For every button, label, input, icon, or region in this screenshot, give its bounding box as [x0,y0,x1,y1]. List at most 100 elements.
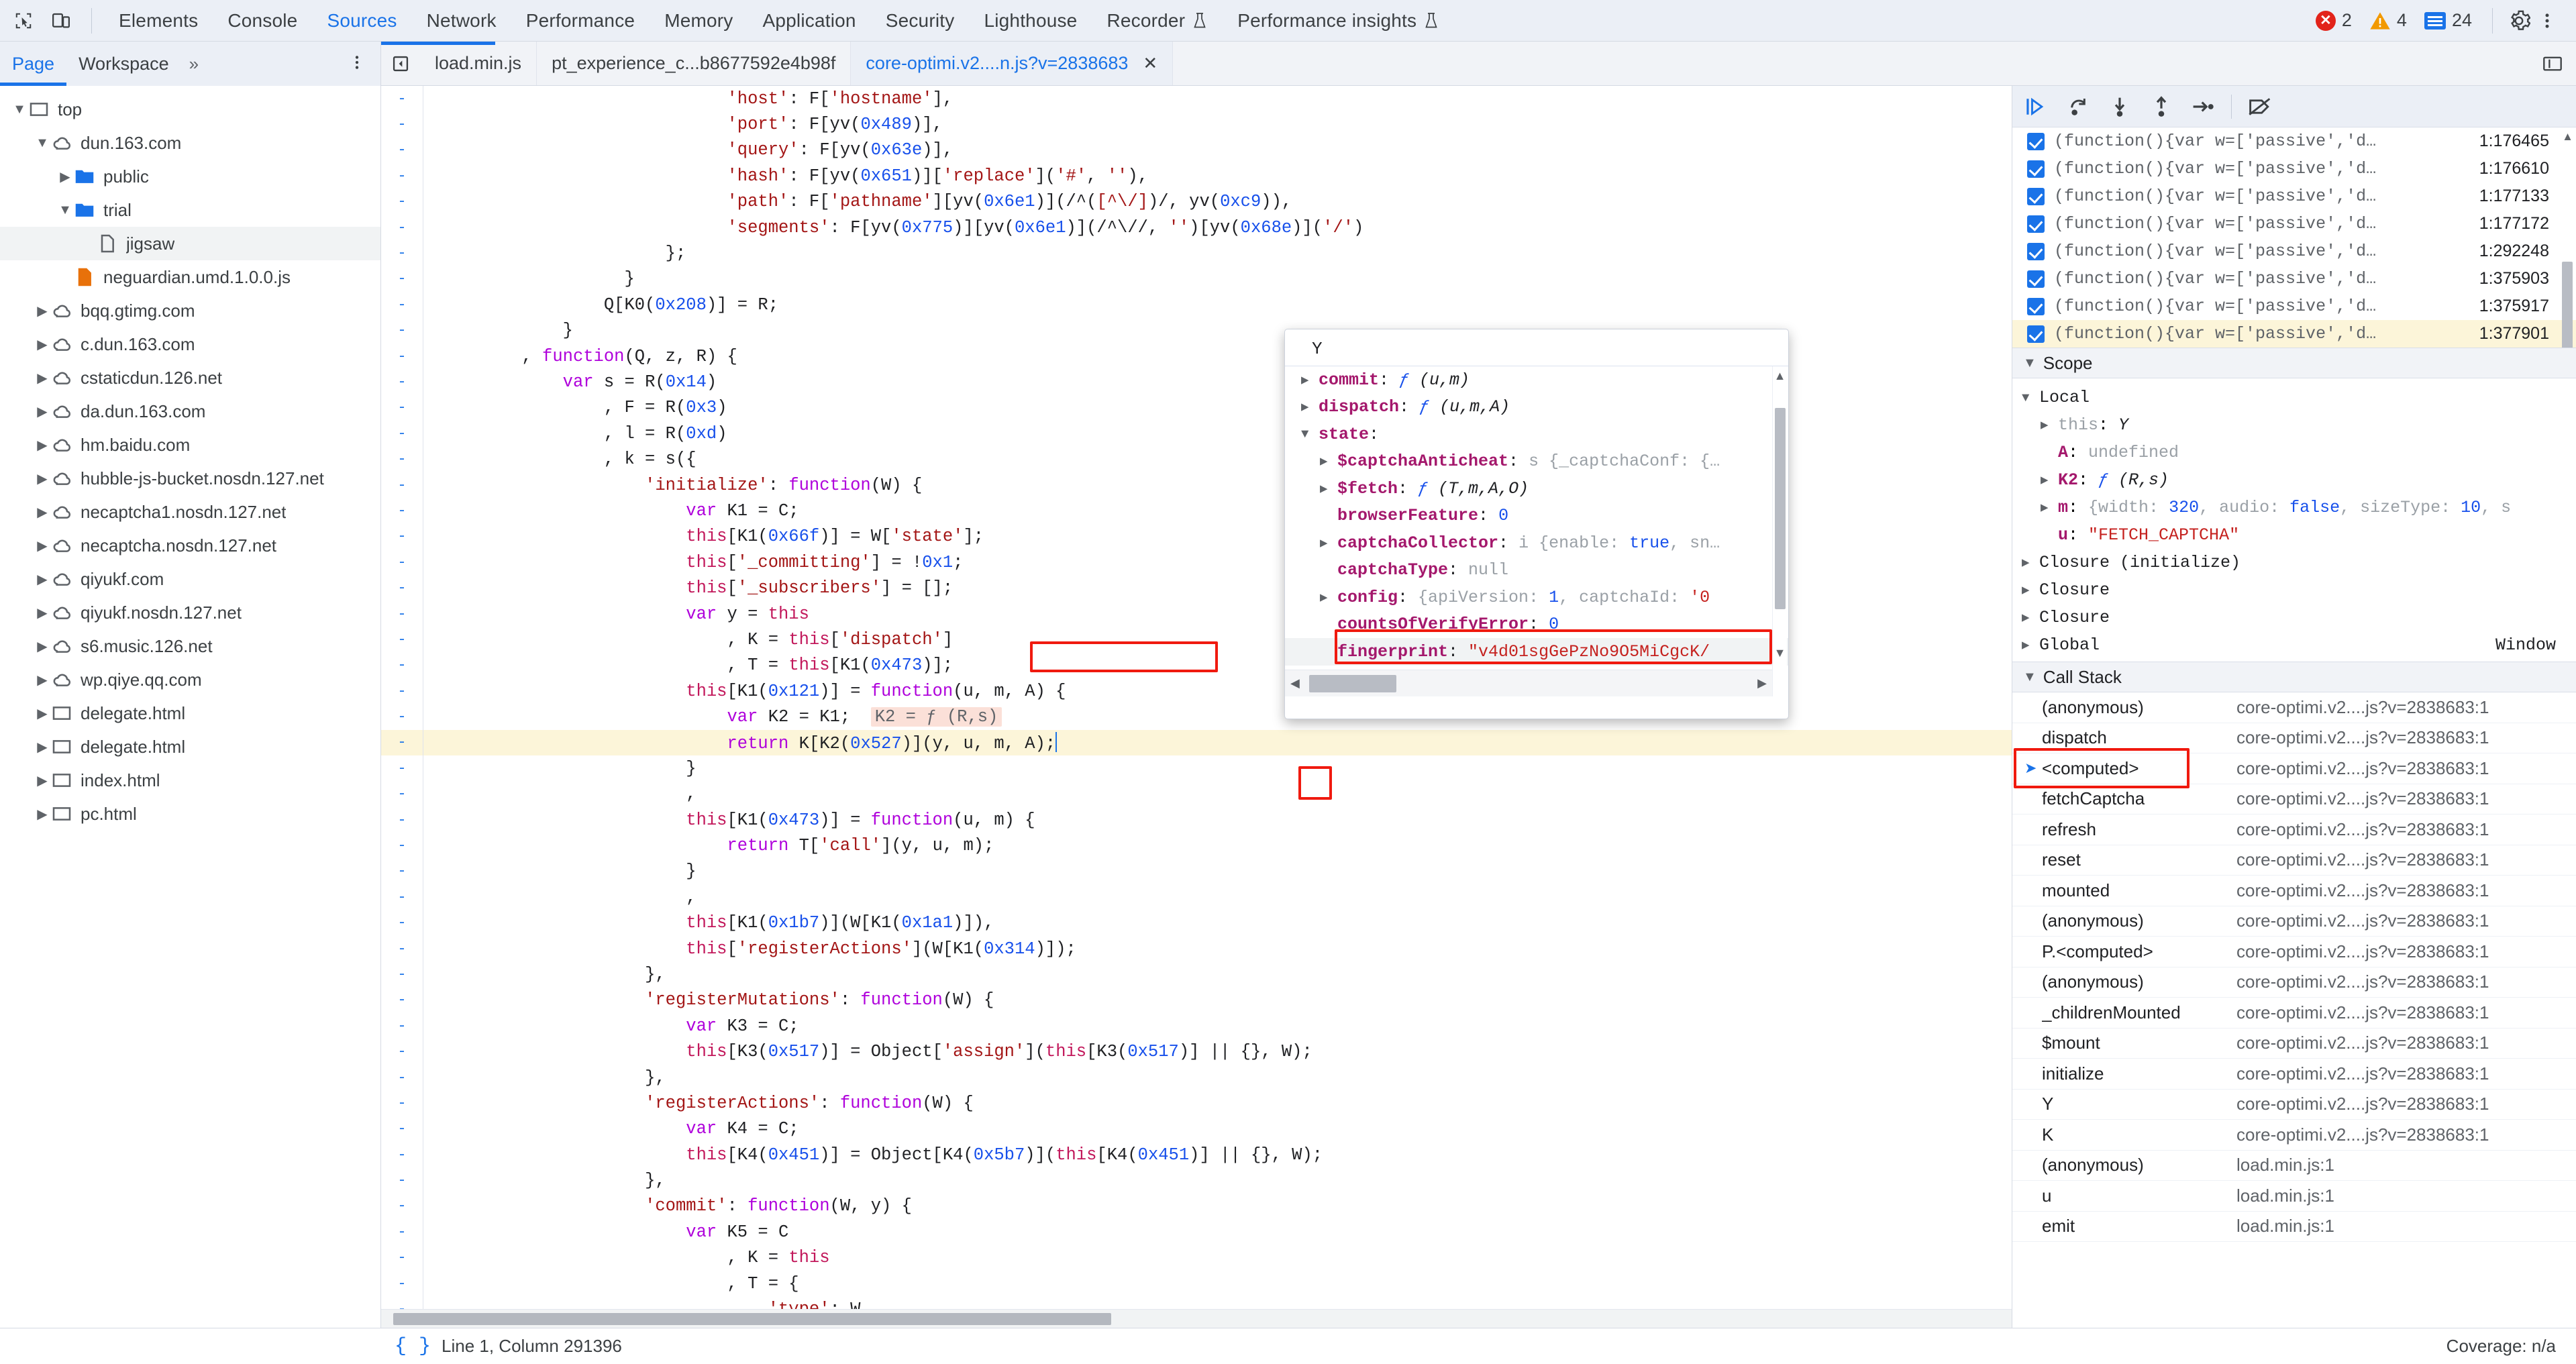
object-property-row[interactable]: ▶fingerprint: "v4d01sgGePzNo9O5MiCgcK/ [1285,638,1788,666]
line-gutter[interactable]: - [381,837,423,854]
breakpoint-checkbox[interactable] [2027,270,2045,288]
twisty-collapsed-icon[interactable]: ▶ [34,739,51,755]
tree-folder-item[interactable]: ▶ hubble-js-bucket.nosdn.127.net [0,462,380,495]
resume-script-execution-button[interactable] [2023,93,2050,120]
breakpoint-row[interactable]: (function(){var w=['passive','d… 1:176465 [2012,127,2576,155]
tree-folder-item[interactable]: ▶ necaptcha.nosdn.127.net [0,529,380,562]
line-gutter[interactable]: - [381,554,423,571]
breakpoint-row[interactable]: (function(){var w=['passive','d… 1:177172 [2012,210,2576,238]
popover-horizontal-scrollbar[interactable]: ◀ ▶ [1285,670,1772,696]
code-line[interactable]: - }, [381,1167,2012,1194]
breakpoint-checkbox[interactable] [2027,215,2045,233]
tree-folder-item[interactable]: ▶ delegate.html [0,730,380,764]
object-property-row[interactable]: ▶countsOfVerifyError: 0 [1285,611,1788,639]
tree-folder-item[interactable]: ▶ bqq.gtimg.com [0,294,380,327]
line-gutter[interactable]: - [381,1120,423,1137]
call-stack-row[interactable]: ➤P.<computed>core-optimi.v2....js?v=2838… [2012,937,2576,967]
scope-section-header[interactable]: ▼ Scope [2012,348,2576,378]
twisty-collapsed-icon[interactable]: ▶ [34,303,51,319]
line-gutter[interactable]: - [381,631,423,648]
scope-row[interactable]: ▶ Global Window [2012,631,2576,659]
line-gutter[interactable]: - [381,451,423,468]
tree-folder-item[interactable]: ▶ wp.qiye.qq.com [0,663,380,696]
step-into-next-function-call-button[interactable] [2106,93,2133,120]
editor-tab-pt-experience[interactable]: pt_experience_c...b8677592e4b98f [537,42,852,85]
line-gutter[interactable]: - [381,941,423,957]
line-gutter[interactable]: - [381,966,423,983]
tree-file-item[interactable]: ▶jigsaw [0,227,380,260]
tree-file-item[interactable]: ▶neguardian.umd.1.0.0.js [0,260,380,294]
twisty-collapsed-icon[interactable]: ▶ [34,638,51,655]
breakpoint-list[interactable]: ▲ (function(){var w=['passive','d… 1:1764… [2012,127,2576,348]
call-stack-row[interactable]: ➤$mountcore-optimi.v2....js?v=2838683:1 [2012,1029,2576,1059]
more-vertical-icon[interactable] [2533,7,2561,35]
line-gutter[interactable]: - [381,734,423,751]
twisty-collapsed-icon[interactable]: ▶ [34,336,51,353]
object-property-row[interactable]: ▶ config: {apiVersion: 1, captchaId: '0 [1285,584,1788,611]
editor-tab-load-min-js[interactable]: load.min.js [420,42,537,85]
line-gutter[interactable]: - [381,168,423,185]
code-line[interactable]: - , T = { [381,1270,2012,1297]
line-gutter[interactable]: - [381,503,423,519]
twisty-collapsed-icon[interactable]: ▶ [1320,481,1337,496]
object-property-row[interactable]: ▼ state: [1285,421,1788,448]
line-gutter[interactable]: - [381,297,423,313]
line-gutter[interactable]: - [381,1043,423,1060]
twisty-collapsed-icon[interactable]: ▶ [34,772,51,789]
twisty-collapsed-icon[interactable]: ▶ [34,470,51,487]
code-line[interactable]: - this[K1(0x473)] = function(u, m) { [381,806,2012,833]
editor-horizontal-scrollbar[interactable] [381,1309,2012,1328]
line-gutter[interactable]: - [381,863,423,880]
more-vertical-icon[interactable] [348,54,380,74]
twisty-collapsed-icon[interactable]: ▶ [1320,535,1337,551]
step-button[interactable] [2189,93,2216,120]
scope-row[interactable]: ▶ Closure [2012,576,2576,604]
line-gutter[interactable]: - [381,1069,423,1086]
code-line[interactable]: - , K = this [381,1245,2012,1271]
gear-icon[interactable] [2505,7,2533,35]
line-gutter[interactable]: - [381,1249,423,1266]
inspect-element-icon[interactable] [9,7,38,35]
code-line[interactable]: - }, [381,961,2012,988]
tab-lighthouse[interactable]: Lighthouse [969,0,1092,42]
call-stack-section-header[interactable]: ▼ Call Stack [2012,662,2576,692]
object-property-row[interactable]: ▶ captchaCollector: i {enable: true, sn… [1285,529,1788,557]
code-line[interactable]: - } [381,858,2012,885]
breakpoint-checkbox[interactable] [2027,160,2045,178]
breakpoint-list-scrollbar[interactable]: ▲ [2561,127,2574,348]
twisty-collapsed-icon[interactable]: ▶ [2022,582,2039,598]
line-gutter[interactable]: - [381,1147,423,1163]
chevron-double-right-icon[interactable]: » [181,54,207,74]
line-gutter[interactable]: - [381,270,423,287]
twisty-collapsed-icon[interactable]: ▶ [2022,637,2039,653]
scope-row[interactable]: ▼ Local [2012,384,2576,411]
twisty-collapsed-icon[interactable]: ▶ [34,504,51,521]
line-gutter[interactable]: - [381,374,423,390]
breakpoint-checkbox[interactable] [2027,325,2045,343]
tab-application[interactable]: Application [748,0,871,42]
line-gutter[interactable]: - [381,116,423,133]
twisty-collapsed-icon[interactable]: ▶ [1301,399,1319,415]
navigator-tab-page[interactable]: Page [0,42,67,86]
line-gutter[interactable]: - [381,760,423,777]
call-stack-row[interactable]: ➤(anonymous)load.min.js:1 [2012,1151,2576,1181]
call-stack-row[interactable]: ➤(anonymous)core-optimi.v2....js?v=28386… [2012,692,2576,723]
scrollbar-thumb[interactable] [1774,408,1786,609]
call-stack-row[interactable]: ➤initializecore-optimi.v2....js?v=283868… [2012,1059,2576,1090]
call-stack-list[interactable]: ➤ (anonymous) core-optimi.v2....js?v=28386… [2012,692,2576,1328]
twisty-collapsed-icon[interactable]: ▶ [34,537,51,554]
call-stack-row[interactable]: ➤refreshcore-optimi.v2....js?v=2838683:1 [2012,815,2576,845]
line-gutter[interactable]: - [381,348,423,365]
popover-vertical-scrollbar[interactable]: ▲ ▼ [1772,366,1787,696]
line-gutter[interactable]: - [381,580,423,596]
scrollbar-thumb[interactable] [2562,262,2573,348]
call-stack-row[interactable]: ➤(anonymous)core-optimi.v2....js?v=28386… [2012,906,2576,937]
object-property-row[interactable]: ▶ $captchaAnticheat: s {_captchaConf: {… [1285,448,1788,476]
twisty-collapsed-icon[interactable]: ▶ [34,403,51,420]
line-gutter[interactable]: - [381,889,423,906]
scroll-up-icon[interactable]: ▲ [1774,369,1786,383]
tree-folder-item[interactable]: ▶ delegate.html [0,696,380,730]
scope-row[interactable]: ▶ Closure (initialize) [2012,549,2576,576]
tree-folder-item[interactable]: ▼ top [0,93,380,126]
navigator-tab-workspace[interactable]: Workspace [66,42,181,86]
